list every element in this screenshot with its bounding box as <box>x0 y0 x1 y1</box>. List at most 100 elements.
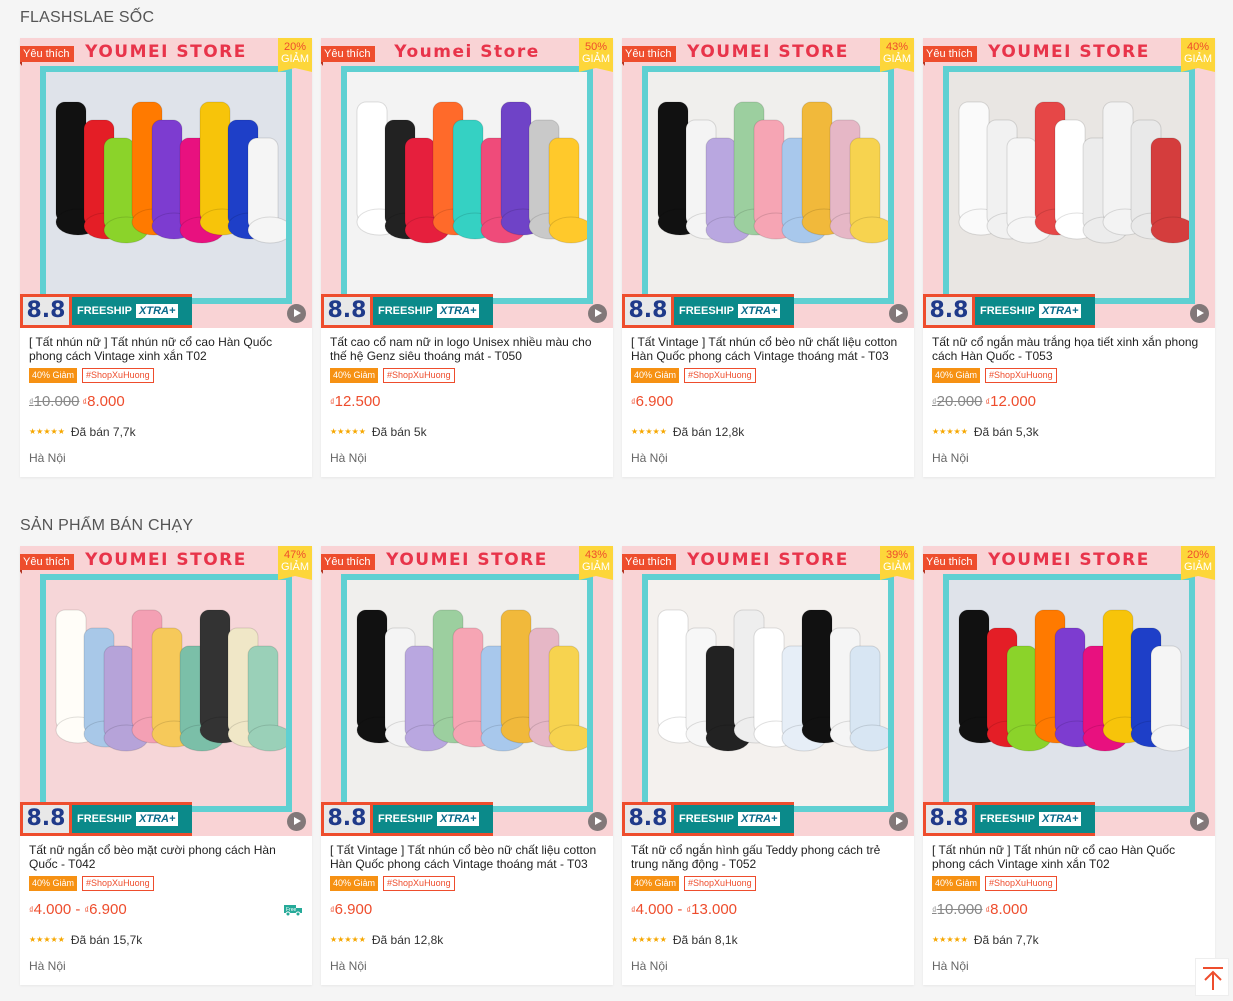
freeship-badge: FREESHIP XTRA+ <box>975 294 1095 328</box>
product-thumbnail[interactable]: YOUMEI STORE Yêu thích 40% GIẢM 8.8 FREE… <box>923 38 1215 328</box>
product-thumbnail[interactable]: YOUMEI STORE Yêu thích 43% GIẢM 8.8 FREE… <box>622 38 914 328</box>
product-name[interactable]: [ Tất Vintage ] Tất nhún cổ bèo nữ chất … <box>631 335 905 363</box>
product-name[interactable]: Tất nữ cổ ngắn màu trắng họa tiết xinh x… <box>932 335 1206 363</box>
trend-tag: #ShopXuHuong <box>684 368 756 383</box>
trend-tag: #ShopXuHuong <box>82 876 154 891</box>
price-row: ₫6.900 <box>631 393 905 411</box>
product-card[interactable]: YOUMEI STORE Yêu thích 47% GIẢM 8.8 FREE… <box>20 546 312 985</box>
discount-badge: 50% GIẢM <box>579 38 613 72</box>
product-photo <box>46 72 286 298</box>
favorite-badge: Yêu thích <box>622 46 677 66</box>
product-name[interactable]: [ Tất nhún nữ ] Tất nhún nữ cổ cao Hàn Q… <box>29 335 303 363</box>
price-row: ₫4.000 - ₫6.900 Free <box>29 901 303 919</box>
product-card[interactable]: YOUMEI STORE Yêu thích 43% GIẢM 8.8 FREE… <box>622 38 914 477</box>
product-thumbnail[interactable]: YOUMEI STORE Yêu thích 20% GIẢM 8.8 FREE… <box>923 546 1215 836</box>
product-photo <box>347 72 587 298</box>
product-tags: 40% Giảm #ShopXuHuong <box>631 876 905 891</box>
discount-tag: 40% Giảm <box>29 368 78 383</box>
product-photo <box>347 580 587 806</box>
product-thumbnail[interactable]: YOUMEI STORE Yêu thích 20% GIẢM 8.8 FREE… <box>20 38 312 328</box>
product-name[interactable]: [ Tất Vintage ] Tất nhún cổ bèo nữ chất … <box>330 843 604 871</box>
promo-8-8-label: 8.8 <box>622 802 674 836</box>
promo-strip: 8.8 FREESHIP XTRA+ <box>622 802 914 836</box>
section-title: SẢN PHẨM BÁN CHẠY <box>20 517 194 534</box>
price-row: ₫20.000 ₫12.000 <box>932 393 1206 411</box>
product-card[interactable]: YOUMEI STORE Yêu thích 20% GIẢM 8.8 FREE… <box>923 546 1215 985</box>
favorite-badge: Yêu thích <box>923 554 978 574</box>
favorite-badge: Yêu thích <box>20 554 75 574</box>
current-price: ₫6.900 <box>631 393 674 410</box>
back-to-top-button[interactable] <box>1195 958 1229 996</box>
product-thumbnail[interactable]: YOUMEI STORE Yêu thích 47% GIẢM 8.8 FREE… <box>20 546 312 836</box>
freeship-badge: FREESHIP XTRA+ <box>72 294 192 328</box>
play-video-icon[interactable] <box>889 812 908 831</box>
discount-tag: 40% Giảm <box>330 368 379 383</box>
product-location: Hà Nội <box>29 451 66 465</box>
product-card[interactable]: YOUMEI STORE Yêu thích 40% GIẢM 8.8 FREE… <box>923 38 1215 477</box>
promo-strip: 8.8 FREESHIP XTRA+ <box>321 802 613 836</box>
price-max: ₫6.900 <box>84 901 127 918</box>
product-name[interactable]: [ Tất nhún nữ ] Tất nhún nữ cổ cao Hàn Q… <box>932 843 1206 871</box>
play-video-icon[interactable] <box>1190 812 1209 831</box>
promo-8-8-label: 8.8 <box>923 802 975 836</box>
product-name[interactable]: Tất nữ cổ ngắn hình gấu Teddy phong cách… <box>631 843 905 871</box>
trend-tag: #ShopXuHuong <box>985 876 1057 891</box>
price-min: ₫4.000 <box>29 901 72 918</box>
product-name[interactable]: Tất nữ ngắn cổ bèo mặt cười phong cách H… <box>29 843 303 871</box>
discount-badge: 47% GIẢM <box>278 546 312 580</box>
price-max: ₫13.000 <box>686 901 738 918</box>
price-min: ₫4.000 <box>631 901 674 918</box>
svg-text:Free: Free <box>286 907 297 913</box>
trend-tag: #ShopXuHuong <box>383 876 455 891</box>
trend-tag: #ShopXuHuong <box>684 876 756 891</box>
sold-count: Đã bán 7,7k <box>70 425 136 439</box>
sold-count: Đã bán 5k <box>371 425 427 439</box>
play-video-icon[interactable] <box>287 304 306 323</box>
play-video-icon[interactable] <box>588 304 607 323</box>
freeship-badge: FREESHIP XTRA+ <box>373 294 493 328</box>
product-card[interactable]: YOUMEI STORE Yêu thích 39% GIẢM 8.8 FREE… <box>622 546 914 985</box>
play-video-icon[interactable] <box>889 304 908 323</box>
rating-stars-icon: ★★★★★ <box>631 935 667 944</box>
promo-8-8-label: 8.8 <box>321 802 373 836</box>
sold-count: Đã bán 12,8k <box>371 933 444 947</box>
promo-strip: 8.8 FREESHIP XTRA+ <box>20 802 312 836</box>
promo-8-8-label: 8.8 <box>622 294 674 328</box>
play-video-icon[interactable] <box>588 812 607 831</box>
favorite-badge: Yêu thích <box>622 554 677 574</box>
product-tags: 40% Giảm #ShopXuHuong <box>330 876 604 891</box>
product-tags: 40% Giảm #ShopXuHuong <box>330 368 604 383</box>
promo-strip: 8.8 FREESHIP XTRA+ <box>20 294 312 328</box>
promo-strip: 8.8 FREESHIP XTRA+ <box>923 294 1215 328</box>
sold-count: Đã bán 7,7k <box>973 933 1039 947</box>
sold-count: Đã bán 12,8k <box>672 425 745 439</box>
promo-strip: 8.8 FREESHIP XTRA+ <box>321 294 613 328</box>
current-price: ₫6.900 <box>330 901 373 918</box>
product-name[interactable]: Tất cao cổ nam nữ in logo Unisex nhiều m… <box>330 335 604 363</box>
product-card[interactable]: Youmei Store Yêu thích 50% GIẢM 8.8 FREE… <box>321 38 613 477</box>
product-location: Hà Nội <box>29 959 66 973</box>
product-thumbnail[interactable]: YOUMEI STORE Yêu thích 43% GIẢM 8.8 FREE… <box>321 546 613 836</box>
product-thumbnail[interactable]: YOUMEI STORE Yêu thích 39% GIẢM 8.8 FREE… <box>622 546 914 836</box>
discount-badge: 20% GIẢM <box>278 38 312 72</box>
freeship-badge: FREESHIP XTRA+ <box>72 802 192 836</box>
product-card[interactable]: YOUMEI STORE Yêu thích 43% GIẢM 8.8 FREE… <box>321 546 613 985</box>
free-shipping-truck-icon: Free <box>284 905 302 917</box>
product-grid: YOUMEI STORE Yêu thích 20% GIẢM 8.8 FREE… <box>20 38 1215 477</box>
price-row: ₫12.500 <box>330 393 604 411</box>
current-price: ₫8.000 <box>985 901 1028 918</box>
product-thumbnail[interactable]: Youmei Store Yêu thích 50% GIẢM 8.8 FREE… <box>321 38 613 328</box>
product-card[interactable]: YOUMEI STORE Yêu thích 20% GIẢM 8.8 FREE… <box>20 38 312 477</box>
sold-count: Đã bán 5,3k <box>973 425 1039 439</box>
current-price: ₫8.000 <box>82 393 125 410</box>
play-video-icon[interactable] <box>1190 304 1209 323</box>
product-photo <box>648 580 888 806</box>
price-row: ₫10.000 ₫8.000 <box>29 393 303 411</box>
play-video-icon[interactable] <box>287 812 306 831</box>
promo-8-8-label: 8.8 <box>20 294 72 328</box>
price-row: ₫10.000 ₫8.000 <box>932 901 1206 919</box>
original-price: ₫10.000 <box>29 393 80 410</box>
promo-8-8-label: 8.8 <box>20 802 72 836</box>
product-photo <box>949 580 1189 806</box>
rating-stars-icon: ★★★★★ <box>932 935 968 944</box>
